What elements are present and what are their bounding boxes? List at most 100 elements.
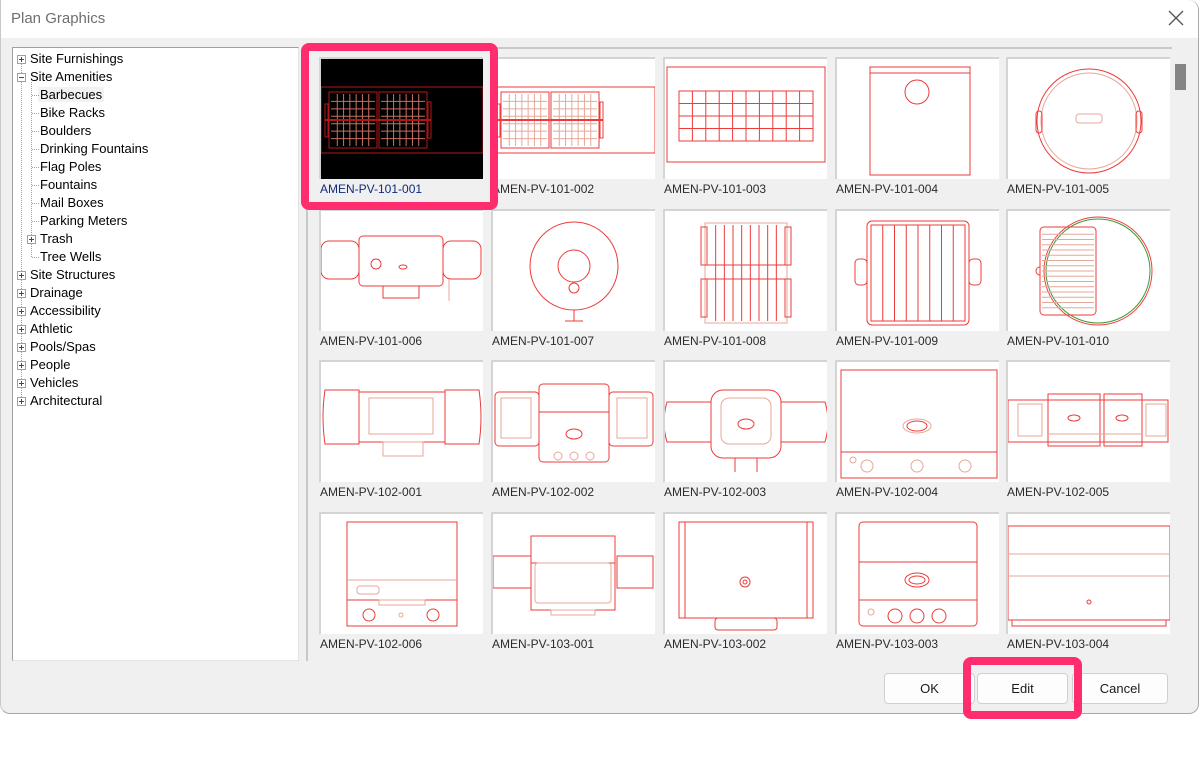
tree-item-label: Athletic	[30, 321, 73, 336]
thumbnail-amen-pv-103-002[interactable]: AMEN-PV-103-002	[663, 512, 829, 652]
barbecue-drawing-icon	[1035, 216, 1153, 326]
tree-item-trash[interactable]: Trash	[38, 230, 75, 248]
tree-item-site-furnishings[interactable]: Site Furnishings	[28, 50, 125, 68]
barbecue-drawing-icon	[321, 235, 482, 301]
thumbnail-amen-pv-101-002[interactable]: AMEN-PV-101-002	[491, 57, 657, 197]
tree-item-label: Drainage	[30, 285, 83, 300]
thumbnail-amen-pv-101-007[interactable]: AMEN-PV-101-007	[491, 209, 657, 349]
thumbnail-amen-pv-101-010[interactable]: AMEN-PV-101-010	[1006, 209, 1172, 349]
thumbnail-amen-pv-101-008[interactable]: AMEN-PV-101-008	[663, 209, 829, 349]
thumbnail-amen-pv-102-001[interactable]: AMEN-PV-102-001	[319, 360, 485, 500]
thumbnail-image	[1006, 209, 1170, 331]
expand-icon[interactable]	[27, 235, 36, 244]
tree-item-label: Bike Racks	[40, 105, 106, 120]
close-icon[interactable]	[1166, 8, 1186, 28]
expand-icon[interactable]	[17, 325, 26, 334]
tree-item-boulders[interactable]: Boulders	[38, 122, 93, 140]
thumbnail-caption: AMEN-PV-102-006	[320, 637, 423, 651]
gallery-scrollbar[interactable]	[1172, 47, 1190, 661]
thumbnail-image	[491, 209, 655, 331]
tree-item-label: Trash	[40, 231, 73, 246]
expand-icon[interactable]	[17, 379, 26, 388]
thumbnail-image	[663, 57, 827, 179]
thumbnail-amen-pv-101-004[interactable]: AMEN-PV-101-004	[835, 57, 1001, 197]
thumbnail-amen-pv-103-001[interactable]: AMEN-PV-103-001	[491, 512, 657, 652]
thumbnail-caption: AMEN-PV-101-006	[320, 334, 423, 348]
tree-item-mail-boxes[interactable]: Mail Boxes	[38, 194, 106, 212]
tree-item-vehicles[interactable]: Vehicles	[28, 374, 80, 392]
tree-item-label: Pools/Spas	[30, 339, 96, 354]
thumbnail-amen-pv-103-004[interactable]: AMEN-PV-103-004	[1006, 512, 1172, 652]
tree-item-accessibility[interactable]: Accessibility	[28, 302, 103, 320]
tree-item-pools-spas[interactable]: Pools/Spas	[28, 338, 98, 356]
tree-item-bike-racks[interactable]: Bike Racks	[38, 104, 107, 122]
tree-item-athletic[interactable]: Athletic	[28, 320, 75, 338]
cancel-button[interactable]: Cancel	[1072, 673, 1168, 704]
expand-icon[interactable]	[17, 343, 26, 352]
tree-item-label: Architectural	[30, 393, 103, 408]
thumbnail-amen-pv-101-009[interactable]: AMEN-PV-101-009	[835, 209, 1001, 349]
scrollbar-thumb[interactable]	[1175, 64, 1186, 90]
thumbnail-caption: AMEN-PV-103-003	[836, 637, 939, 651]
thumbnail-image	[835, 57, 999, 179]
tree-item-label: Site Amenities	[30, 69, 113, 84]
tree-connector	[32, 203, 39, 204]
thumbnail-image	[1006, 512, 1170, 634]
thumbnail-amen-pv-102-006[interactable]: AMEN-PV-102-006	[319, 512, 485, 652]
thumbnail-image	[319, 360, 483, 482]
expand-icon[interactable]	[17, 361, 26, 370]
tree-item-label: Site Furnishings	[30, 51, 124, 66]
thumbnail-gallery[interactable]: AMEN-PV-101-001 AMEN-PV-101-002 AMEN-PV-1…	[306, 47, 1172, 661]
tree-item-architectural[interactable]: Architectural	[28, 392, 104, 410]
thumbnail-amen-pv-103-003[interactable]: AMEN-PV-103-003	[835, 512, 1001, 652]
expand-icon[interactable]	[17, 397, 26, 406]
tree-item-drinking-fountains[interactable]: Drinking Fountains	[38, 140, 150, 158]
tree-item-site-structures[interactable]: Site Structures	[28, 266, 117, 284]
barbecue-drawing-icon	[854, 220, 982, 326]
thumbnail-image	[663, 209, 827, 331]
barbecue-drawing-icon	[493, 535, 654, 616]
category-tree[interactable]: Site Furnishings Site Amenities Barbecues B…	[12, 47, 299, 661]
thumbnail-image	[835, 209, 999, 331]
thumbnail-amen-pv-102-004[interactable]: AMEN-PV-102-004	[835, 360, 1001, 500]
ok-button[interactable]: OK	[884, 673, 975, 704]
thumbnail-amen-pv-101-006[interactable]: AMEN-PV-101-006	[319, 209, 485, 349]
tree-item-fountains[interactable]: Fountains	[38, 176, 99, 194]
tree-item-tree-wells[interactable]: Tree Wells	[38, 248, 103, 266]
tree-item-barbecues[interactable]: Barbecues	[38, 86, 105, 104]
thumbnail-image	[835, 512, 999, 634]
expand-icon[interactable]	[17, 55, 26, 64]
thumbnail-amen-pv-101-005[interactable]: AMEN-PV-101-005	[1006, 57, 1172, 197]
thumbnail-caption: AMEN-PV-101-003	[664, 182, 767, 196]
tree-item-drainage[interactable]: Drainage	[28, 284, 85, 302]
tree-item-label: Vehicles	[30, 375, 79, 390]
thumbnail-image	[663, 512, 827, 634]
tree-item-flag-poles[interactable]: Flag Poles	[38, 158, 103, 176]
barbecue-drawing-icon	[840, 369, 998, 479]
tree-connector	[32, 185, 39, 186]
tree-item-parking-meters[interactable]: Parking Meters	[38, 212, 129, 230]
tree-item-label: Fountains	[40, 177, 98, 192]
collapse-icon[interactable]	[17, 73, 26, 82]
thumbnail-image	[319, 209, 483, 331]
tree-item-people[interactable]: People	[28, 356, 72, 374]
thumbnail-image	[835, 360, 999, 482]
thumbnail-caption: AMEN-PV-103-001	[492, 637, 595, 651]
barbecue-drawing-icon	[322, 389, 482, 457]
edit-button[interactable]: Edit	[977, 673, 1068, 704]
thumbnail-amen-pv-102-003[interactable]: AMEN-PV-102-003	[663, 360, 829, 500]
thumbnail-amen-pv-101-001[interactable]: AMEN-PV-101-001	[319, 57, 485, 197]
expand-icon[interactable]	[17, 289, 26, 298]
thumbnail-amen-pv-102-002[interactable]: AMEN-PV-102-002	[491, 360, 657, 500]
thumbnail-amen-pv-101-003[interactable]: AMEN-PV-101-003	[663, 57, 829, 197]
thumbnail-image	[1006, 360, 1170, 482]
tree-item-label: Mail Boxes	[40, 195, 104, 210]
barbecue-drawing-icon	[493, 86, 655, 154]
barbecue-drawing-icon	[1008, 525, 1170, 627]
tree-item-site-amenities[interactable]: Site Amenities	[28, 68, 114, 86]
thumbnail-amen-pv-102-005[interactable]: AMEN-PV-102-005	[1006, 360, 1172, 500]
expand-icon[interactable]	[17, 307, 26, 316]
tree-connector	[32, 257, 39, 258]
thumbnail-image	[491, 57, 655, 179]
expand-icon[interactable]	[17, 271, 26, 280]
